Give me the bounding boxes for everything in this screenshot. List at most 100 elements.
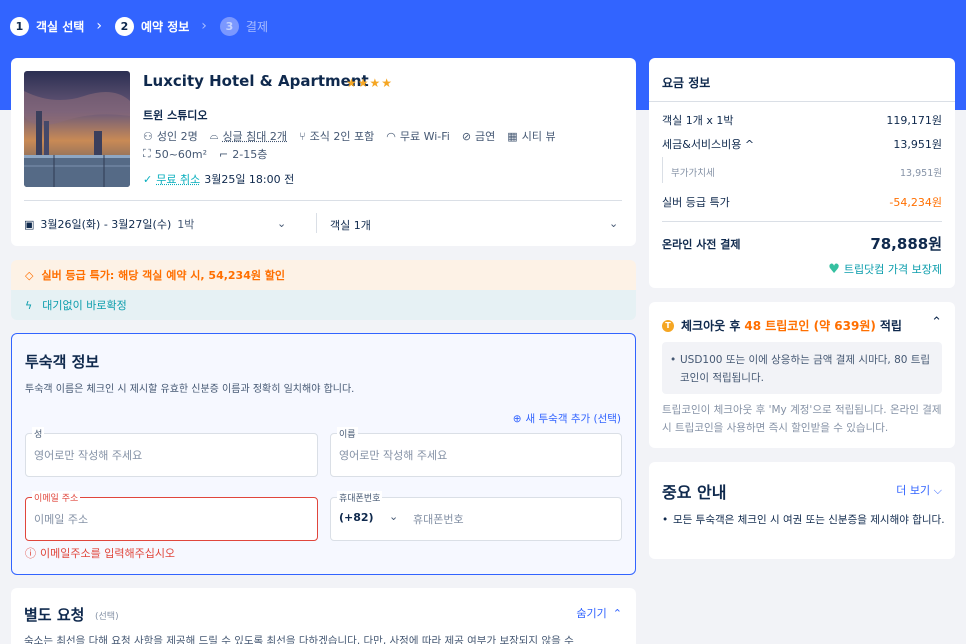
lightning-icon: ϟ [25,298,33,312]
stairs-icon: ⌐ [219,147,229,161]
price-value: 13,951원 [893,138,942,151]
price-guarantee-link[interactable]: ♥ 트립닷컴 가격 보장제 [828,261,942,277]
amenity-label: 금연 [475,130,496,143]
add-guest-label: 새 투숙객 추가 (선택) [525,413,622,425]
hotel-summary-card: Luxcity Hotel & Apartment ★★★★ 트윈 스튜디오 ⚇… [11,58,636,246]
no-smoking-icon: ⊘ [461,129,472,143]
amenity-size: ⛶ 50~60m² [143,147,207,161]
divider [316,213,317,233]
step-payment: 3 결제 [219,16,268,36]
coin-icon: T [662,319,674,332]
phone-label: 휴대폰번호 [337,491,383,504]
amenity-floor: ⌐ 2-15층 [219,146,267,162]
collapse-button[interactable]: 숨기기 ⌃ [576,605,622,621]
guest-info-form: 투숙객 정보 투숙객 이름은 체크인 시 제시할 유효한 신분증 이름과 정확히… [11,333,636,575]
hotel-name: Luxcity Hotel & Apartment [143,72,369,90]
window-icon: ▦ [507,129,518,143]
step-label: 객실 선택 [36,19,85,34]
total-label: 온라인 사전 결제 [662,237,741,251]
room-size-icon: ⛶ [143,147,151,160]
step-label: 예약 정보 [140,19,190,34]
price-row-discount: 실버 등급 특가 -54,234원 [662,194,942,210]
email-error-text: 이메일주소를 입력해주십시오 [40,547,176,560]
last-name-label: 성 [32,427,45,440]
hotel-photo[interactable] [24,71,130,187]
instant-confirm-banner: ϟ 대기없이 바로확정 [11,290,636,320]
first-name-label: 이름 [337,427,358,440]
guest-info-desc: 투숙객 이름은 체크인 시 제시할 유효한 신분증 이름과 정확히 일치해야 합… [25,384,355,395]
amenities-row: ⚇ 성인 2명 ⌓ 싱글 침대 2개 ⑂ 조식 2인 포함 ◠ 무료 Wi-Fi ⊘ 금연… [143,128,568,144]
divider [662,221,942,222]
guest-info-title: 투숙객 정보 [25,353,100,371]
country-code-select[interactable]: (+82) [339,511,374,524]
chevron-down-icon[interactable]: ⌄ [277,217,286,230]
price-total: 온라인 사전 결제 78,888원 [662,233,942,254]
heart-check-icon: ♥ [828,261,840,277]
discount-banner: ◇ 실버 등급 특가: 해당 객실 예약 시, 54,234원 할인 [11,260,636,290]
collapse-label: 숨기기 [576,607,607,620]
first-name-field[interactable]: 이름 영어로만 작성해 주세요 [330,427,622,477]
instant-confirm-text: 대기없이 바로확정 [42,299,127,312]
calendar-icon: ▣ [24,217,35,231]
date-selector[interactable]: ▣ 3월26일(화) - 3월27일(수) 1박 [24,216,622,232]
price-value: -54,234원 [889,196,942,209]
divider [649,101,955,102]
add-guest-button[interactable]: ⊕ 새 투숙객 추가 (선택) [513,411,621,426]
free-cancellation: ✓ 무료 취소 3월25일 18:00 전 [143,171,294,187]
amenity-label: 조식 2인 포함 [309,130,375,143]
divider [662,157,663,183]
price-row-room: 객실 1개 x 1박 119,171원 [662,112,942,128]
notice-text: 모든 투숙객은 체크인 시 여권 또는 신분증을 제시해야 합니다. [662,511,945,529]
special-request-desc: 숙소는 최선을 다해 요청 사항을 제공해 드릴 수 있도록 최선을 다하겠습니… [24,635,574,644]
notice-title: 중요 안내 [662,483,727,502]
optional-label: (선택) [95,612,119,622]
amenity-label: 2-15층 [232,148,268,161]
amenity-wifi: ◠ 무료 Wi-Fi [386,128,450,144]
chevron-up-icon[interactable]: ⌃ [931,315,942,330]
last-name-placeholder: 영어로만 작성해 주세요 [34,449,143,462]
step-label: 결제 [245,19,268,34]
tripcoins-rule: USD100 또는 이에 상응하는 금액 결제 시마다, 80 트립코인이 적립… [662,342,942,394]
email-error: ⓘ 이메일주소를 입력해주십시오 [25,545,175,561]
progress-steps: 1 객실 선택 › 2 예약 정보 › 3 결제 [10,15,268,37]
chevron-down-icon[interactable]: ⌄ [389,510,398,523]
price-summary-card: 요금 정보 객실 1개 x 1박 119,171원 세금&서비스비용 ^ 13,… [649,58,955,288]
amenities-row: ⛶ 50~60m² ⌐ 2-15층 [143,146,279,162]
step-number: 1 [10,16,29,36]
alert-circle-icon: ⓘ [25,547,36,560]
phone-field[interactable]: 휴대폰번호 (+82) ⌄ 휴대폰번호 [330,491,622,541]
room-name: 트윈 스튜디오 [143,109,208,122]
guarantee-label: 트립닷컴 가격 보장제 [843,263,942,276]
phone-placeholder: 휴대폰번호 [413,513,464,526]
amenity-view: ▦ 시티 뷰 [507,128,555,144]
last-name-field[interactable]: 성 영어로만 작성해 주세요 [25,427,318,477]
rooms-selector[interactable]: 객실 1개 [330,217,371,233]
amenity-nonsmoking: ⊘ 금연 [462,128,495,144]
price-row-tax[interactable]: 세금&서비스비용 ^ 13,951원 [662,136,942,152]
step-room-select: 1 객실 선택 [10,16,85,36]
price-title: 요금 정보 [662,76,711,90]
first-name-placeholder: 영어로만 작성해 주세요 [339,449,448,462]
amenity-bed[interactable]: ⌓ 싱글 침대 2개 [210,128,287,144]
special-request-title: 별도 요청 [24,606,85,624]
cancel-deadline: 3월25일 18:00 전 [204,173,295,186]
tripcoins-prefix: 체크아웃 후 [681,319,741,333]
tripcoins-card: T 체크아웃 후 48 트립코인 (약 639원) 적립 ⌃ USD100 또는… [649,302,955,448]
total-value: 78,888원 [870,235,942,253]
chevron-down-icon[interactable]: ⌄ [609,217,618,230]
amenity-label: 50~60m² [154,147,208,161]
amenity-label: 무료 Wi-Fi [399,130,450,143]
important-notice-card: 중요 안내 더 보기 ⌵ 모든 투숙객은 체크인 시 여권 또는 신분증을 제시… [649,462,955,559]
amenity-guests: ⚇ 성인 2명 [143,128,198,144]
wifi-icon: ◠ [386,129,396,143]
email-field[interactable]: 이메일 주소 이메일 주소 [25,491,318,541]
see-more-link[interactable]: 더 보기 ⌵ [896,482,942,498]
plus-circle-icon: ⊕ [512,412,522,425]
price-row-vat: 부가가치세 13,951원 [671,165,942,179]
star-rating-icon: ★★★★ [346,76,394,90]
price-label: 세금&서비스비용 ^ [662,138,755,151]
step-number: 3 [219,16,239,36]
price-label: 부가가치세 [671,168,715,179]
price-value: 119,171원 [886,114,942,127]
tripcoins-heading: T 체크아웃 후 48 트립코인 (약 639원) 적립 [662,317,902,334]
